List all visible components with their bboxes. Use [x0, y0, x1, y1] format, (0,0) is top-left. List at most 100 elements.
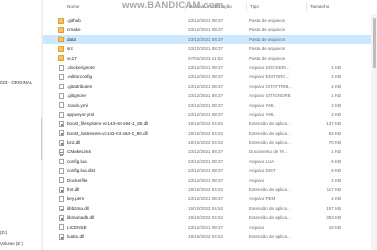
column-header-type[interactable]: Tipo — [246, 3, 306, 11]
file-name: .editorconfig — [67, 74, 93, 80]
file-name: .dockerignore — [67, 64, 95, 70]
file-icon — [58, 111, 64, 118]
folder-icon — [58, 17, 64, 24]
file-icon — [58, 102, 64, 109]
file-date-modified: 19/10/2022 04:52 — [188, 205, 224, 211]
file-type: Extensão de aplica... — [249, 233, 291, 239]
file-type: Pasta de arquivos — [249, 18, 286, 23]
file-date-modified: 23/12/2021 08:37 — [188, 177, 224, 183]
nav-item-volume-e[interactable]: Volume (E:) — [0, 240, 23, 248]
file-size: 1 KB — [331, 83, 341, 89]
file-type: Extensão de aplica... — [249, 130, 291, 136]
file-date-modified: 23/12/2021 08:37 — [188, 102, 224, 108]
file-row[interactable]: cmake 23/12/2021 08:37 Pasta de arquivos — [43, 25, 377, 34]
file-row[interactable]: appveyor.yml 23/12/2021 08:37 Arquivo YML 2… — [43, 110, 377, 119]
file-name: LICENSE — [67, 224, 87, 230]
file-name: .travis.yml — [67, 102, 88, 108]
file-row[interactable]: libbzma.dll 19/10/2022 04:52 Extensão de a… — [43, 204, 377, 213]
file-type: Extensão de aplica... — [249, 215, 291, 221]
file-name: data — [67, 36, 76, 42]
file-date-modified: 23/12/2021 08:37 — [188, 74, 224, 80]
file-type: Extensão de aplica... — [249, 205, 291, 211]
file-date-modified: 23/12/2021 08:37 — [188, 158, 224, 164]
file-row[interactable]: fmt.dll 19/10/2022 04:52 Extensão de aplic… — [43, 185, 377, 194]
file-row[interactable]: boost_filesystem-vc143-mt-x64-1_80.dll 19… — [43, 119, 377, 128]
file-name: boost_filesystem-vc143-mt-x64-1_80.dll — [67, 121, 149, 127]
file-type: Extensão de aplica... — [249, 187, 291, 193]
file-name: vc17 — [67, 55, 77, 61]
file-size: 1 KB — [331, 177, 341, 183]
file-row[interactable]: boost_iostreams-vc143-mt-x64-1_80.dll 19/… — [43, 129, 377, 138]
dll-icon — [58, 121, 64, 127]
file-rows: .github 23/12/2021 08:37 Pasta de arquivos… — [43, 16, 377, 241]
file-row[interactable]: data 23/12/2021 08:37 Pasta de arquivos — [43, 34, 377, 45]
folder-icon — [58, 26, 64, 33]
file-row[interactable]: config.lua.dist 23/12/2021 08:37 Arquivo D… — [43, 166, 377, 175]
file-size: 18 KB — [328, 224, 341, 230]
dll-icon — [58, 139, 64, 146]
file-size: 157 KB — [326, 205, 341, 211]
file-size: 84 KB — [328, 130, 341, 136]
dll-icon — [58, 233, 64, 240]
file-type: Arquivo EDITORC... — [249, 74, 290, 80]
file-size: 117 KB — [326, 187, 341, 193]
file-name: fmt.dll — [67, 187, 80, 193]
file-type: Extensão de aplica... — [249, 140, 291, 146]
file-row[interactable]: CMakeLists 23/12/2021 08:37 Documento de T… — [43, 147, 377, 157]
file-row[interactable]: config.lua 23/12/2021 08:37 Arquivo LUA 6 K… — [43, 157, 377, 166]
file-date-modified: 19/10/2022 04:52 — [188, 187, 224, 193]
file-row[interactable]: LICENSE 23/12/2021 08:37 Arquivo 18 KB — [43, 223, 377, 232]
file-date-modified: 07/04/2023 11:53 — [188, 55, 223, 61]
file-row[interactable]: .gitattributes 23/12/2021 08:37 Arquivo GI… — [43, 82, 377, 91]
file-icon — [58, 177, 64, 184]
file-name: bz2.dll — [67, 140, 81, 146]
file-row[interactable]: Dockerfile 23/12/2021 08:37 Arquivo 1 KB — [43, 176, 377, 185]
file-row[interactable]: vc17 07/04/2023 11:53 Pasta de arquivos — [43, 54, 377, 63]
file-type: Arquivo YML — [249, 102, 275, 108]
file-date-modified: 19/10/2022 04:52 — [188, 121, 224, 127]
file-row[interactable]: .dockerignore 23/12/2021 08:37 Arquivo DOC… — [43, 63, 377, 72]
file-date-modified: 23/12/2021 08:37 — [188, 111, 224, 117]
file-icon — [58, 158, 64, 165]
nav-item-drive-d[interactable]: (D:) — [0, 229, 7, 237]
file-size: 1 KB — [331, 64, 341, 70]
file-row[interactable]: bz2.dll 19/10/2022 04:52 Extensão de aplic… — [43, 138, 377, 147]
file-name: .gitignore — [67, 93, 86, 99]
file-type: Arquivo — [249, 177, 265, 183]
file-list-scrollbar[interactable] — [371, 14, 377, 250]
dll-icon — [58, 130, 64, 137]
file-name: libmariadb.dll — [67, 215, 95, 221]
file-type: Arquivo — [249, 224, 265, 230]
file-row[interactable]: .editorconfig 23/12/2021 08:37 Arquivo EDI… — [43, 72, 377, 81]
file-name: config.lua — [67, 158, 87, 164]
file-row[interactable]: .travis.yml 23/12/2021 08:37 Arquivo YML 2 … — [43, 101, 377, 110]
file-row[interactable]: libmariadb.dll 19/10/2022 04:52 Extensão d… — [43, 213, 377, 222]
file-size: 353 KB — [326, 215, 341, 221]
dll-icon — [58, 215, 64, 221]
file-row[interactable]: src 23/12/2021 08:37 Pasta de arquivos — [43, 44, 377, 53]
file-date-modified: 23/12/2021 08:37 — [188, 83, 224, 89]
file-icon — [58, 74, 64, 80]
file-name: config.lua.dist — [67, 168, 96, 174]
file-size: 1 KB — [331, 74, 341, 80]
file-type: Arquivo DIST — [249, 168, 276, 174]
file-name: libbzma.dll — [67, 205, 89, 211]
column-header-size[interactable]: Tamanho — [306, 3, 346, 11]
file-size: 1 KB — [331, 149, 341, 155]
file-type: Pasta de arquivos — [249, 55, 286, 61]
file-row[interactable]: lua51.dll 19/10/2022 04:52 Extensão de apl… — [43, 232, 377, 241]
file-date-modified: 19/10/2022 04:52 — [188, 140, 224, 146]
file-row[interactable]: .gitignore 23/12/2021 08:37 Arquivo GITIGN… — [43, 91, 377, 100]
file-icon — [58, 83, 64, 90]
folder-icon — [58, 45, 64, 52]
file-date-modified: 19/10/2022 04:52 — [188, 130, 224, 136]
file-name: src — [67, 46, 74, 52]
nav-item-folder-original[interactable]: 023 - ORIGINAL — [0, 79, 32, 87]
bandicam-watermark: www.BANDICAM.com — [122, 0, 224, 11]
file-list-scrollbar-thumb[interactable] — [372, 18, 376, 68]
file-icon — [58, 92, 64, 99]
file-date-modified: 23/12/2021 08:37 — [188, 93, 224, 99]
file-row[interactable]: .github 23/12/2021 08:37 Pasta de arquivos — [43, 16, 377, 25]
folder-icon — [58, 36, 64, 43]
file-row[interactable]: key.pem 23/12/2021 08:37 Arquivo PEM 1 KB — [43, 194, 377, 203]
